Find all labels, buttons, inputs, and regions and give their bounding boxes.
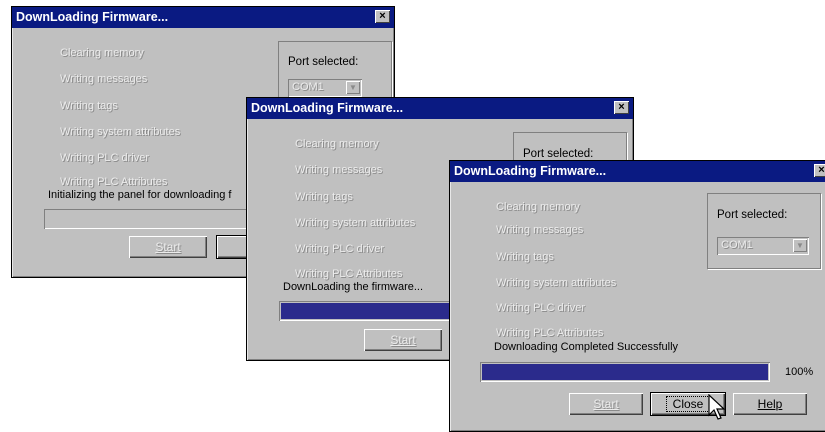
port-value: COM1 bbox=[292, 81, 324, 93]
step-writing-plc-attributes: Writing PLC Attributes bbox=[496, 327, 604, 339]
progress-fill bbox=[482, 364, 768, 380]
start-button[interactable]: Start bbox=[569, 393, 643, 415]
port-select[interactable]: COM1 ▼ bbox=[717, 237, 809, 255]
dialog-2-title: DownLoading Firmware... bbox=[251, 101, 404, 115]
step-writing-plc-driver: Writing PLC driver bbox=[60, 152, 150, 164]
close-icon[interactable]: × bbox=[814, 164, 825, 177]
download-dialog-3: DownLoading Firmware... × Clearing memor… bbox=[449, 160, 825, 432]
step-writing-plc-attributes: Writing PLC Attributes bbox=[295, 268, 403, 280]
chevron-down-icon[interactable]: ▼ bbox=[793, 239, 807, 252]
start-button[interactable]: Start bbox=[364, 329, 442, 351]
dialog-3-title: DownLoading Firmware... bbox=[454, 164, 607, 178]
step-clearing-memory: Clearing memory bbox=[295, 138, 379, 150]
start-button-label: Start bbox=[593, 397, 619, 411]
chevron-down-icon[interactable]: ▼ bbox=[346, 81, 360, 94]
progress-percent: 100% bbox=[785, 366, 814, 378]
step-writing-plc-driver: Writing PLC driver bbox=[496, 302, 586, 314]
start-button-label: Start bbox=[155, 240, 181, 254]
step-writing-messages: Writing messages bbox=[496, 224, 584, 236]
port-group bbox=[707, 193, 821, 269]
status-text: Initializing the panel for downloading f bbox=[48, 189, 232, 201]
step-writing-tags: Writing tags bbox=[60, 100, 118, 112]
mouse-pointer-icon bbox=[708, 394, 726, 420]
port-label: Port selected: bbox=[717, 209, 788, 221]
step-clearing-memory: Clearing memory bbox=[496, 201, 580, 213]
step-writing-tags: Writing tags bbox=[295, 191, 353, 203]
start-button[interactable]: Start bbox=[129, 236, 207, 258]
port-label: Port selected: bbox=[523, 148, 594, 160]
step-writing-messages: Writing messages bbox=[60, 73, 148, 85]
step-clearing-memory: Clearing memory bbox=[60, 47, 144, 59]
dialog-3-titlebar[interactable]: DownLoading Firmware... × bbox=[450, 161, 825, 182]
dialog-1-title: DownLoading Firmware... bbox=[16, 10, 169, 24]
progress-bar bbox=[480, 362, 770, 382]
step-writing-plc-attributes: Writing PLC Attributes bbox=[60, 176, 168, 188]
port-select[interactable]: COM1 ▼ bbox=[288, 79, 362, 97]
port-value: COM1 bbox=[721, 239, 753, 251]
status-text: DownLoading the firmware... bbox=[283, 281, 424, 293]
close-icon[interactable]: × bbox=[614, 101, 629, 114]
dialog-1-titlebar[interactable]: DownLoading Firmware... × bbox=[12, 7, 394, 28]
step-writing-system-attributes: Writing system attributes bbox=[60, 126, 181, 138]
help-button-label: Help bbox=[757, 397, 783, 411]
status-text: Downloading Completed Successfully bbox=[494, 341, 679, 353]
step-writing-system-attributes: Writing system attributes bbox=[295, 217, 416, 229]
step-writing-plc-driver: Writing PLC driver bbox=[295, 243, 385, 255]
step-writing-system-attributes: Writing system attributes bbox=[496, 277, 617, 289]
port-label: Port selected: bbox=[288, 56, 359, 68]
close-icon[interactable]: × bbox=[375, 10, 390, 23]
start-button-label: Start bbox=[390, 333, 416, 347]
step-writing-tags: Writing tags bbox=[496, 251, 554, 263]
help-button[interactable]: Help bbox=[733, 393, 807, 415]
step-writing-messages: Writing messages bbox=[295, 164, 383, 176]
dialog-2-titlebar[interactable]: DownLoading Firmware... × bbox=[247, 98, 633, 119]
close-button-label: Close bbox=[665, 396, 711, 412]
